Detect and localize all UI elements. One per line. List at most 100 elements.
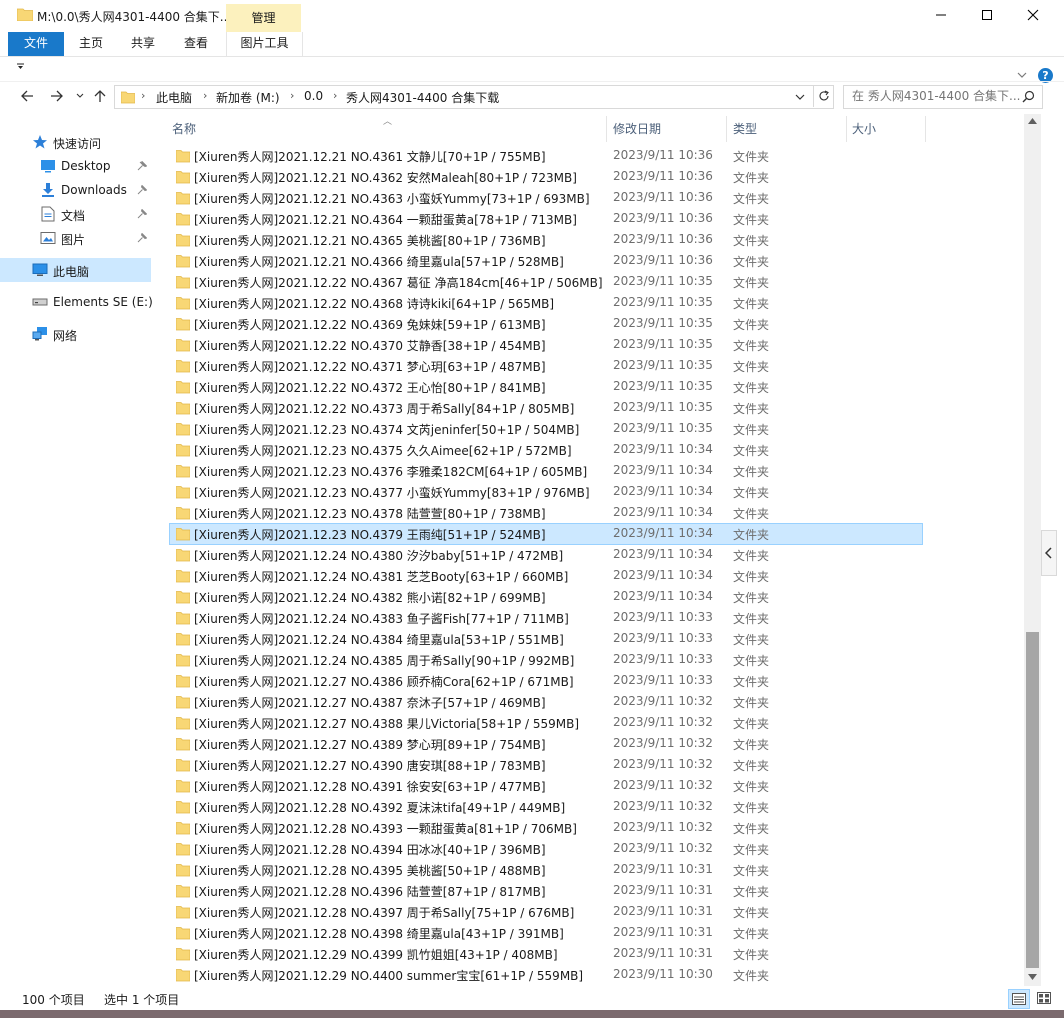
folder-icon: [176, 843, 190, 856]
breadcrumb-separator-icon[interactable]: ›: [290, 89, 294, 102]
file-date-modified: 2023/9/11 10:34: [613, 547, 713, 561]
maximize-button[interactable]: [964, 0, 1010, 30]
refresh-button[interactable]: [813, 85, 834, 107]
table-row[interactable]: [Xiuren秀人网]2021.12.28 NO.4398 绮里嘉ula[43+…: [170, 923, 922, 943]
table-row[interactable]: [Xiuren秀人网]2021.12.22 NO.4368 诗诗kiki[64+…: [170, 293, 922, 313]
large-icons-view-button[interactable]: [1034, 989, 1054, 1007]
breadcrumb-current-folder[interactable]: 秀人网4301-4400 合集下载: [346, 89, 499, 106]
file-type: 文件夹: [733, 297, 770, 311]
folder-icon: [176, 969, 190, 982]
table-row[interactable]: [Xiuren秀人网]2021.12.23 NO.4379 王雨纯[51+1P …: [169, 523, 923, 545]
customize-toolbar-icon[interactable]: [16, 63, 26, 71]
table-row[interactable]: [Xiuren秀人网]2021.12.22 NO.4373 周于希Sally[8…: [170, 398, 922, 418]
tab-manage[interactable]: 管理: [226, 4, 301, 32]
breadcrumb-folder[interactable]: 0.0: [304, 89, 323, 103]
table-row[interactable]: [Xiuren秀人网]2021.12.21 NO.4361 文静儿[70+1P …: [170, 146, 922, 166]
sidebar-item-this-pc[interactable]: 此电脑: [0, 258, 151, 282]
table-row[interactable]: [Xiuren秀人网]2021.12.23 NO.4377 小蛮妖Yummy[8…: [170, 482, 922, 502]
sidebar-item-network[interactable]: 网络: [0, 322, 151, 346]
table-row[interactable]: [Xiuren秀人网]2021.12.23 NO.4374 文芮jeninfer…: [170, 419, 922, 439]
table-row[interactable]: [Xiuren秀人网]2021.12.27 NO.4386 顾乔楠Cora[62…: [170, 671, 922, 691]
table-row[interactable]: [Xiuren秀人网]2021.12.28 NO.4394 田冰冰[40+1P …: [170, 839, 922, 859]
table-row[interactable]: [Xiuren秀人网]2021.12.27 NO.4387 奈沐子[57+1P …: [170, 692, 922, 712]
sidebar-item-downloads[interactable]: Downloads: [0, 178, 151, 202]
vertical-scrollbar[interactable]: [1024, 114, 1041, 986]
column-header-size[interactable]: 大小: [852, 116, 926, 142]
table-row[interactable]: [Xiuren秀人网]2021.12.24 NO.4382 熊小诺[82+1P …: [170, 587, 922, 607]
breadcrumb-this-pc[interactable]: 此电脑: [156, 89, 192, 106]
up-arrow-icon[interactable]: [93, 89, 107, 103]
column-header-name[interactable]: 名称: [172, 116, 607, 142]
recent-locations-icon[interactable]: [76, 92, 84, 100]
table-row[interactable]: [Xiuren秀人网]2021.12.24 NO.4385 周于希Sally[9…: [170, 650, 922, 670]
table-row[interactable]: [Xiuren秀人网]2021.12.28 NO.4392 夏沫沫tifa[49…: [170, 797, 922, 817]
details-view-button[interactable]: [1008, 989, 1030, 1009]
search-icon[interactable]: [1022, 90, 1035, 103]
file-date-modified: 2023/9/11 10:32: [613, 778, 713, 792]
folder-icon: [176, 444, 190, 457]
table-row[interactable]: [Xiuren秀人网]2021.12.27 NO.4388 果儿Victoria…: [170, 713, 922, 733]
table-row[interactable]: [Xiuren秀人网]2021.12.21 NO.4366 绮里嘉ula[57+…: [170, 251, 922, 271]
table-row[interactable]: [Xiuren秀人网]2021.12.24 NO.4384 绮里嘉ula[53+…: [170, 629, 922, 649]
sidebar-item-desktop[interactable]: Desktop: [0, 154, 151, 178]
table-row[interactable]: [Xiuren秀人网]2021.12.27 NO.4390 唐安琪[88+1P …: [170, 755, 922, 775]
table-row[interactable]: [Xiuren秀人网]2021.12.28 NO.4397 周于希Sally[7…: [170, 902, 922, 922]
sidebar-item-documents[interactable]: 文档: [0, 202, 151, 226]
table-row[interactable]: [Xiuren秀人网]2021.12.23 NO.4376 李雅柔182CM[6…: [170, 461, 922, 481]
navigation-pane: 快速访问 Desktop Downloads 文档 图片 此电脑 Element…: [0, 120, 158, 986]
file-name: [Xiuren秀人网]2021.12.28 NO.4396 陆萱萱[87+1P …: [194, 885, 546, 899]
search-input[interactable]: [852, 89, 1020, 103]
table-row[interactable]: [Xiuren秀人网]2021.12.29 NO.4399 凯竹姐姐[43+1P…: [170, 944, 922, 964]
table-row[interactable]: [Xiuren秀人网]2021.12.24 NO.4383 鱼子酱Fish[77…: [170, 608, 922, 628]
breadcrumb-separator-icon[interactable]: ›: [203, 89, 207, 102]
close-button[interactable]: [1010, 0, 1056, 30]
table-row[interactable]: [Xiuren秀人网]2021.12.21 NO.4364 一颗甜蛋黄a[78+…: [170, 209, 922, 229]
tab-home[interactable]: 主页: [64, 32, 118, 56]
search-box[interactable]: [843, 85, 1043, 109]
preview-pane-toggle[interactable]: [1041, 530, 1057, 576]
minimize-button[interactable]: [918, 0, 964, 30]
table-row[interactable]: [Xiuren秀人网]2021.12.28 NO.4396 陆萱萱[87+1P …: [170, 881, 922, 901]
scroll-down-arrow-icon[interactable]: [1028, 974, 1037, 980]
minimize-icon: [936, 14, 946, 16]
table-row[interactable]: [Xiuren秀人网]2021.12.21 NO.4362 安然Maleah[8…: [170, 167, 922, 187]
scrollbar-thumb[interactable]: [1026, 632, 1039, 968]
table-row[interactable]: [Xiuren秀人网]2021.12.28 NO.4391 徐安安[63+1P …: [170, 776, 922, 796]
breadcrumb-separator-icon[interactable]: ›: [333, 89, 337, 102]
table-row[interactable]: [Xiuren秀人网]2021.12.22 NO.4369 兔妹妹[59+1P …: [170, 314, 922, 334]
tab-file[interactable]: 文件: [8, 32, 64, 56]
back-arrow-icon[interactable]: [20, 89, 34, 103]
table-row[interactable]: [Xiuren秀人网]2021.12.22 NO.4371 梦心玥[63+1P …: [170, 356, 922, 376]
table-row[interactable]: [Xiuren秀人网]2021.12.28 NO.4395 美桃酱[50+1P …: [170, 860, 922, 880]
table-row[interactable]: [Xiuren秀人网]2021.12.28 NO.4393 一颗甜蛋黄a[81+…: [170, 818, 922, 838]
forward-arrow-icon[interactable]: [50, 89, 64, 103]
column-header-date-modified[interactable]: 修改日期: [613, 116, 727, 142]
table-row[interactable]: [Xiuren秀人网]2021.12.27 NO.4389 梦心玥[89+1P …: [170, 734, 922, 754]
table-row[interactable]: [Xiuren秀人网]2021.12.21 NO.4363 小蛮妖Yummy[7…: [170, 188, 922, 208]
table-row[interactable]: [Xiuren秀人网]2021.12.24 NO.4381 芝芝Booty[63…: [170, 566, 922, 586]
table-row[interactable]: [Xiuren秀人网]2021.12.22 NO.4370 艾静香[38+1P …: [170, 335, 922, 355]
sidebar-item-quick-access[interactable]: 快速访问: [0, 130, 151, 154]
sidebar-item-pictures[interactable]: 图片: [0, 226, 151, 250]
chevron-down-icon[interactable]: [795, 93, 805, 101]
sidebar-item-label: 文档: [61, 209, 86, 223]
breadcrumb-drive[interactable]: 新加卷 (M:): [216, 89, 280, 106]
table-row[interactable]: [Xiuren秀人网]2021.12.29 NO.4400 summer宝宝[6…: [170, 965, 922, 985]
table-row[interactable]: [Xiuren秀人网]2021.12.22 NO.4372 王心怡[80+1P …: [170, 377, 922, 397]
sidebar-item-drive-e[interactable]: Elements SE (E:): [0, 290, 153, 314]
tab-view[interactable]: 查看: [170, 32, 222, 56]
file-type: 文件夹: [733, 549, 770, 563]
column-header-type[interactable]: 类型: [733, 116, 847, 142]
table-row[interactable]: [Xiuren秀人网]2021.12.22 NO.4367 葛征 净高184cm…: [170, 272, 922, 292]
address-bar[interactable]: › 此电脑 › 新加卷 (M:) › 0.0 › 秀人网4301-4400 合集…: [114, 85, 834, 109]
scroll-up-arrow-icon[interactable]: [1028, 118, 1037, 124]
tab-picture-tools[interactable]: 图片工具: [226, 32, 303, 56]
table-row[interactable]: [Xiuren秀人网]2021.12.23 NO.4378 陆萱萱[80+1P …: [170, 503, 922, 523]
tab-share[interactable]: 共享: [118, 32, 168, 56]
star-icon: [33, 135, 47, 149]
table-row[interactable]: [Xiuren秀人网]2021.12.24 NO.4380 汐汐baby[51+…: [170, 545, 922, 565]
sidebar-item-label: Elements SE (E:): [53, 295, 153, 309]
table-row[interactable]: [Xiuren秀人网]2021.12.21 NO.4365 美桃酱[80+1P …: [170, 230, 922, 250]
table-row[interactable]: [Xiuren秀人网]2021.12.23 NO.4375 久久Aimee[62…: [170, 440, 922, 460]
file-name: [Xiuren秀人网]2021.12.27 NO.4389 梦心玥[89+1P …: [194, 738, 546, 752]
